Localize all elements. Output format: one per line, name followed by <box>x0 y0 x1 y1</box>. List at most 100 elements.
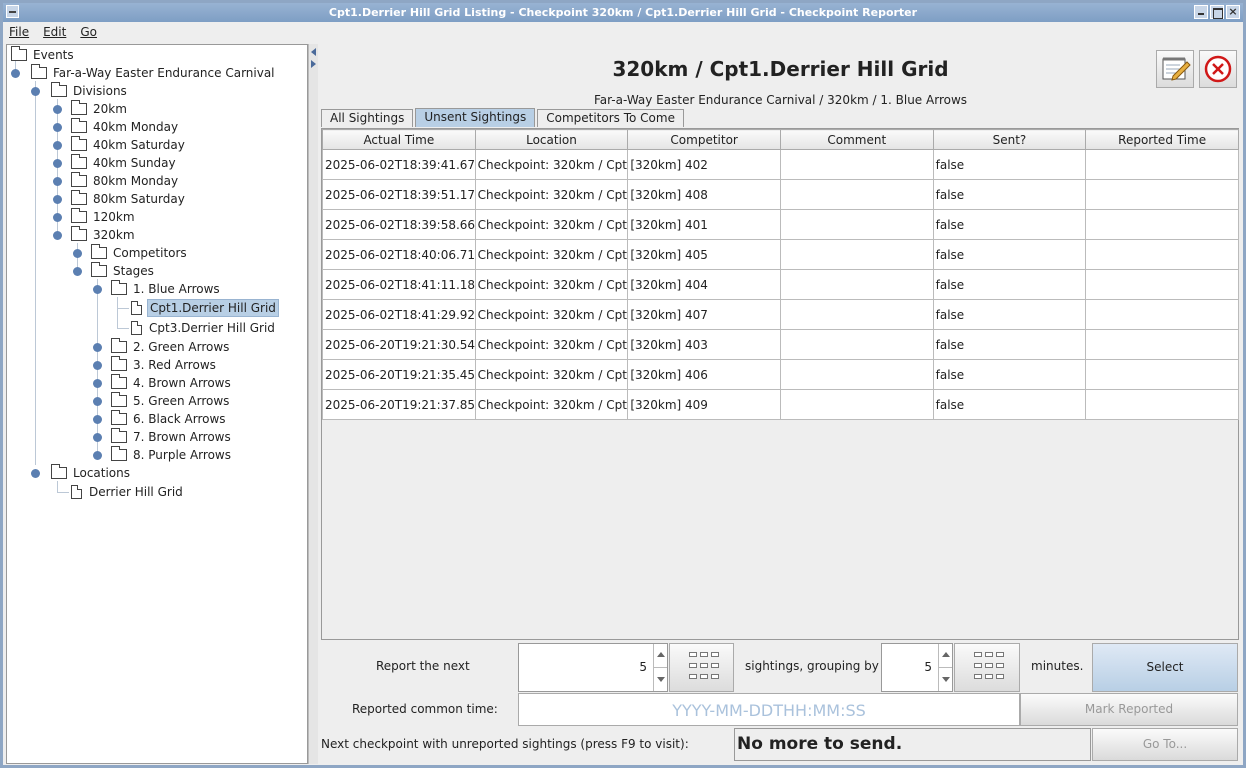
cell-comment[interactable] <box>779 359 934 390</box>
cell-comment[interactable] <box>779 149 934 180</box>
expand-toggle-80km-monday[interactable] <box>53 177 62 186</box>
tree-node-competitors[interactable]: Competitors <box>91 244 189 262</box>
table-row[interactable]: 2025-06-02T18:40:06.71... Checkpoint: 320… <box>322 239 1239 270</box>
column-header-comment[interactable]: Comment <box>779 129 934 150</box>
split-pane-divider[interactable] <box>308 44 318 764</box>
cell-comment[interactable] <box>779 209 934 240</box>
tree-node-cpt3[interactable]: Cpt3.Derrier Hill Grid <box>131 319 277 337</box>
tree-node-120km[interactable]: 120km <box>71 208 137 226</box>
event-tree[interactable]: Events Far-a-Way Easter Endurance Carniv… <box>6 44 308 764</box>
spin-down-icon[interactable] <box>654 668 667 692</box>
tree-node-location-derrier[interactable]: Derrier Hill Grid <box>71 483 185 501</box>
column-header-reported-time[interactable]: Reported Time <box>1085 129 1239 150</box>
table-row[interactable]: 2025-06-02T18:41:29.92... Checkpoint: 320… <box>322 299 1239 330</box>
tree-node-stage-5[interactable]: 5. Green Arrows <box>111 392 231 410</box>
close-button[interactable] <box>1199 50 1237 88</box>
edit-button[interactable] <box>1156 50 1194 88</box>
expand-toggle-20km[interactable] <box>53 105 62 114</box>
table-row[interactable]: 2025-06-20T19:21:30.54... Checkpoint: 320… <box>322 329 1239 360</box>
tree-node-320km[interactable]: 320km <box>71 226 137 244</box>
tree-node-stage-6[interactable]: 6. Black Arrows <box>111 410 228 428</box>
tree-node-80km-saturday[interactable]: 80km Saturday <box>71 190 187 208</box>
minimize-icon[interactable] <box>1194 5 1208 19</box>
tree-node-stage-2[interactable]: 2. Green Arrows <box>111 338 231 356</box>
expand-toggle-stage-2[interactable] <box>93 343 102 352</box>
expand-toggle-stage-5[interactable] <box>93 397 102 406</box>
cell-comment[interactable] <box>779 299 934 330</box>
tree-node-stages[interactable]: Stages <box>91 262 156 280</box>
tree-node-locations[interactable]: Locations <box>51 464 132 482</box>
table-row[interactable]: 2025-06-20T19:21:35.45... Checkpoint: 320… <box>322 359 1239 390</box>
expand-toggle-stages[interactable] <box>73 267 82 276</box>
tree-node-stage-4[interactable]: 4. Brown Arrows <box>111 374 233 392</box>
expand-toggle-40km-sunday[interactable] <box>53 159 62 168</box>
expand-toggle-divisions[interactable] <box>31 87 40 96</box>
cell-comment[interactable] <box>779 179 934 210</box>
cell-comment[interactable] <box>779 269 934 300</box>
window-close-icon[interactable]: × <box>1226 5 1240 19</box>
table-row[interactable]: 2025-06-02T18:39:58.66... Checkpoint: 320… <box>322 209 1239 240</box>
spin-up-icon[interactable] <box>654 644 667 668</box>
report-count-spinner[interactable]: 5 <box>518 643 668 692</box>
title-bar[interactable]: Cpt1.Derrier Hill Grid Listing - Checkpo… <box>3 3 1243 22</box>
expand-toggle-stage-4[interactable] <box>93 379 102 388</box>
tree-node-40km-monday[interactable]: 40km Monday <box>71 118 180 136</box>
expand-toggle-stage-7[interactable] <box>93 433 102 442</box>
table-row[interactable]: 2025-06-02T18:41:11.18... Checkpoint: 320… <box>322 269 1239 300</box>
expand-toggle-120km[interactable] <box>53 213 62 222</box>
tree-node-carnival[interactable]: Far-a-Way Easter Endurance Carnival <box>31 64 277 82</box>
column-header-sent[interactable]: Sent? <box>932 129 1087 150</box>
table-row[interactable]: 2025-06-02T18:39:51.17... Checkpoint: 320… <box>322 179 1239 210</box>
menu-go[interactable]: Go <box>80 25 97 39</box>
spin-down-icon[interactable] <box>939 668 952 692</box>
expand-toggle-competitors[interactable] <box>73 249 82 258</box>
sightings-table[interactable]: Actual Time Location Competitor Comment … <box>321 128 1239 640</box>
column-header-location[interactable]: Location <box>474 129 629 150</box>
collapse-left-icon[interactable] <box>311 48 316 56</box>
tab-all-sightings[interactable]: All Sightings <box>321 109 414 127</box>
tree-node-cpt1[interactable]: Cpt1.Derrier Hill Grid <box>131 299 279 317</box>
tree-node-stage-7[interactable]: 7. Brown Arrows <box>111 428 233 446</box>
tree-node-40km-saturday[interactable]: 40km Saturday <box>71 136 187 154</box>
select-button[interactable]: Select <box>1092 643 1238 692</box>
expand-toggle-320km[interactable] <box>53 231 62 240</box>
expand-toggle-stage-3[interactable] <box>93 361 102 370</box>
tab-competitors-to-come[interactable]: Competitors To Come <box>537 109 684 127</box>
cell-comment[interactable] <box>779 389 934 420</box>
cell-comment[interactable] <box>779 239 934 270</box>
menu-edit[interactable]: Edit <box>43 25 66 39</box>
tab-unsent-sightings[interactable]: Unsent Sightings <box>415 108 536 127</box>
tree-node-20km[interactable]: 20km <box>71 100 129 118</box>
column-header-competitor[interactable]: Competitor <box>627 129 781 150</box>
system-menu-icon[interactable] <box>6 5 19 18</box>
expand-toggle-stage-8[interactable] <box>93 451 102 460</box>
table-row[interactable]: 2025-06-20T19:21:37.85... Checkpoint: 320… <box>322 389 1239 420</box>
cell-comment[interactable] <box>779 329 934 360</box>
tree-node-stage-8[interactable]: 8. Purple Arrows <box>111 446 233 464</box>
grouping-keypad-button[interactable] <box>954 643 1020 692</box>
common-time-input[interactable]: YYYY-MM-DDTHH:MM:SS <box>518 693 1020 726</box>
mark-reported-button[interactable]: Mark Reported <box>1020 693 1238 726</box>
expand-toggle-locations[interactable] <box>31 469 40 478</box>
tree-node-40km-sunday[interactable]: 40km Sunday <box>71 154 178 172</box>
expand-right-icon[interactable] <box>311 60 316 68</box>
spin-up-icon[interactable] <box>939 644 952 668</box>
tree-node-stage-1[interactable]: 1. Blue Arrows <box>111 280 222 298</box>
expand-toggle-stage-1[interactable] <box>93 285 102 294</box>
menu-file[interactable]: File <box>9 25 29 39</box>
table-row[interactable]: 2025-06-02T18:39:41.67... Checkpoint: 320… <box>322 149 1239 180</box>
report-count-keypad-button[interactable] <box>669 643 734 692</box>
expand-toggle-80km-saturday[interactable] <box>53 195 62 204</box>
expand-toggle-40km-saturday[interactable] <box>53 141 62 150</box>
expand-toggle-40km-monday[interactable] <box>53 123 62 132</box>
tree-node-80km-monday[interactable]: 80km Monday <box>71 172 180 190</box>
tree-node-events[interactable]: Events <box>11 46 76 64</box>
maximize-icon[interactable] <box>1210 5 1224 19</box>
grouping-minutes-spinner[interactable]: 5 <box>881 643 953 692</box>
expand-toggle-stage-6[interactable] <box>93 415 102 424</box>
tree-node-divisions[interactable]: Divisions <box>51 82 129 100</box>
expand-toggle-carnival[interactable] <box>11 69 20 78</box>
go-to-button[interactable]: Go To... <box>1092 728 1238 761</box>
column-header-actual-time[interactable]: Actual Time <box>322 129 476 150</box>
tree-node-stage-3[interactable]: 3. Red Arrows <box>111 356 218 374</box>
